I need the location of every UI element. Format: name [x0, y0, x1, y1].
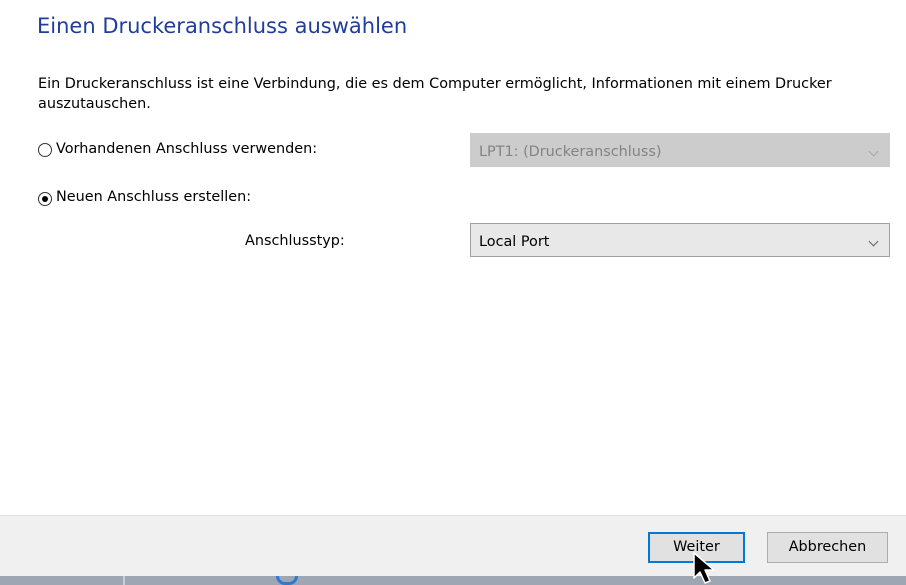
radio-selected-dot	[42, 196, 48, 202]
existing-port-value: LPT1: (Druckeranschluss)	[479, 144, 662, 160]
wizard-footer: Weiter Abbrechen	[0, 515, 906, 576]
cancel-button[interactable]: Abbrechen	[767, 532, 888, 563]
existing-port-radio[interactable]	[38, 143, 52, 157]
chevron-down-icon	[868, 146, 879, 157]
new-port-label[interactable]: Neuen Anschluss erstellen:	[56, 189, 251, 205]
existing-port-label[interactable]: Vorhandenen Anschluss verwenden:	[56, 141, 317, 157]
taskbar	[0, 576, 906, 585]
page-title: Einen Druckeranschluss auswählen	[37, 14, 408, 38]
page-description: Ein Druckeranschluss ist eine Verbindung…	[38, 76, 832, 112]
taskbar-app-icon[interactable]	[276, 576, 298, 585]
chevron-down-icon[interactable]	[868, 236, 879, 247]
existing-port-select: LPT1: (Druckeranschluss)	[470, 133, 890, 167]
new-port-radio[interactable]	[38, 192, 52, 206]
port-type-value: Local Port	[479, 234, 550, 250]
taskbar-separator	[123, 576, 125, 585]
port-type-select[interactable]: Local Port	[470, 223, 890, 257]
mouse-cursor-icon	[693, 552, 715, 584]
port-type-label: Anschlusstyp:	[245, 233, 345, 249]
